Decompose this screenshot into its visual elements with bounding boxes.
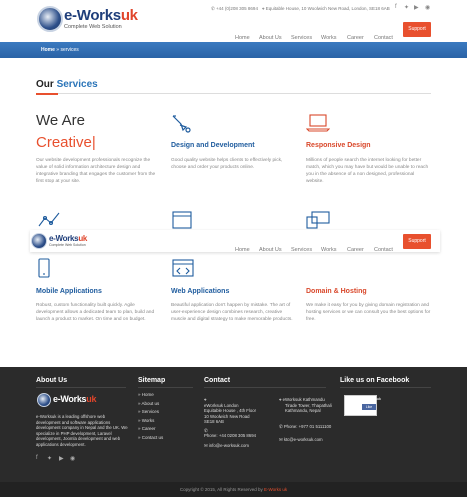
footer-about-title: About Us bbox=[36, 377, 68, 384]
footer-rule bbox=[36, 387, 126, 388]
footer-twitter-icon[interactable]: ✦ bbox=[47, 455, 52, 462]
sticky-nav-works[interactable]: Works bbox=[321, 247, 347, 253]
service-title-mobile[interactable]: Mobile Applications bbox=[36, 288, 102, 295]
twitter-icon[interactable]: ✦ bbox=[404, 4, 409, 11]
copyright-brand-link[interactable]: E-Works uk bbox=[264, 487, 287, 492]
logo-text[interactable]: e-Worksuk bbox=[64, 7, 138, 24]
footer-logo-text: e-Worksuk bbox=[53, 394, 97, 404]
sitemap-home[interactable]: » Home bbox=[138, 391, 163, 400]
footer-contact-title: Contact bbox=[204, 377, 231, 384]
mobile-icon bbox=[38, 258, 50, 278]
service-title-hosting[interactable]: Domain & Hosting bbox=[306, 288, 367, 295]
footer-rule bbox=[204, 387, 326, 388]
nav-services[interactable]: Services bbox=[291, 35, 321, 41]
server-icon bbox=[306, 211, 330, 229]
nav-contact[interactable]: Contact bbox=[374, 35, 399, 41]
sticky-logo-tagline: Complete Web Solution bbox=[49, 243, 86, 247]
service-title-design[interactable]: Design and Development bbox=[171, 142, 255, 149]
laptop-icon bbox=[306, 113, 330, 133]
sitemap-services[interactable]: » Services bbox=[138, 408, 163, 417]
footer-rule bbox=[138, 387, 193, 388]
section-title: Our Services bbox=[36, 79, 98, 90]
hero-text: Our website development professionals re… bbox=[36, 158, 156, 184]
we-are-heading: We Are bbox=[36, 112, 85, 129]
footer-logo-icon bbox=[37, 393, 51, 407]
map-pin-icon: ⌖ bbox=[279, 397, 282, 402]
logo-tagline: Complete Web Solution bbox=[64, 24, 122, 30]
sticky-nav-contact[interactable]: Contact bbox=[374, 247, 399, 253]
facebook-like-button[interactable]: Like bbox=[362, 404, 376, 410]
rss-icon[interactable]: ◉ bbox=[425, 4, 430, 11]
mail-icon: ✉ bbox=[279, 437, 283, 442]
footer-gplus-icon[interactable]: ◉ bbox=[70, 455, 75, 462]
creative-heading: Creative| bbox=[36, 134, 96, 151]
youtube-icon[interactable]: ▶ bbox=[414, 4, 419, 11]
service-text-mobile: Robust, custom functionality built quick… bbox=[36, 303, 155, 322]
nav-about[interactable]: About Us bbox=[259, 35, 291, 41]
code-window-icon bbox=[172, 259, 194, 277]
service-text-webapp: Beautiful application don't happen by mi… bbox=[171, 303, 293, 322]
nav-works[interactable]: Works bbox=[321, 35, 347, 41]
sticky-nav-home[interactable]: Home bbox=[235, 247, 259, 253]
section-underline bbox=[36, 92, 431, 95]
kathmandu-address: ⌖ eWorksuk Kathmandu Tirade Tower, Thapa… bbox=[279, 397, 332, 442]
ktm-email[interactable]: ktc@e-worksuk.com bbox=[284, 437, 323, 442]
london-email[interactable]: info@e-worksuk.com bbox=[209, 443, 249, 448]
browser-icon bbox=[172, 211, 192, 229]
nav-career[interactable]: Career bbox=[347, 35, 374, 41]
support-button[interactable]: Support bbox=[403, 22, 431, 37]
breadcrumb-home[interactable]: Home bbox=[41, 47, 55, 53]
sitemap-career[interactable]: » Career bbox=[138, 425, 163, 434]
sticky-logo-text[interactable]: e-Worksuk bbox=[49, 234, 87, 243]
phone-icon: ✆ bbox=[279, 423, 283, 429]
phone-text: ✆ +44 (0)208 305 8694 bbox=[211, 6, 258, 11]
logo-globe-icon[interactable] bbox=[37, 6, 63, 32]
copyright-bar: Copyright © 2015, All Rights Reserved by… bbox=[0, 482, 467, 497]
breadcrumb-current: services bbox=[60, 47, 79, 53]
footer-youtube-icon[interactable]: ▶ bbox=[59, 455, 64, 462]
service-title-responsive[interactable]: Responsive Design bbox=[306, 142, 371, 149]
breadcrumb: Home » services bbox=[41, 47, 79, 53]
service-text-hosting: We make it easy for you by giving domain… bbox=[306, 303, 431, 322]
sticky-nav: Home About Us Services Works Career Contact bbox=[235, 238, 399, 256]
sitemap-contact[interactable]: » Contact us bbox=[138, 434, 163, 443]
sticky-support-button[interactable]: Support bbox=[403, 234, 431, 249]
service-text-design: Good quality website helps clients to ef… bbox=[171, 158, 283, 170]
mail-icon: ✉ bbox=[204, 442, 208, 448]
footer-about-text: e-Worksuk is a leading offshore web deve… bbox=[36, 414, 128, 447]
sticky-nav-about[interactable]: About Us bbox=[259, 247, 291, 253]
analytics-icon bbox=[38, 212, 64, 228]
sitemap-list: » Home » About us » Services » Works » C… bbox=[138, 391, 163, 442]
facebook-widget-name[interactable]: e-Worksuk bbox=[362, 396, 381, 401]
nav-home[interactable]: Home bbox=[235, 35, 259, 41]
sticky-logo-icon[interactable] bbox=[31, 233, 47, 249]
footer-facebook-icon[interactable]: f bbox=[36, 455, 38, 461]
service-text-responsive: Millions of people search the internet l… bbox=[306, 158, 429, 184]
sitemap-about[interactable]: » About us bbox=[138, 400, 163, 409]
sticky-nav-services[interactable]: Services bbox=[291, 247, 321, 253]
copyright-text: Copyright © 2015, All Rights Reserved by bbox=[179, 487, 263, 492]
footer-rule bbox=[340, 387, 431, 388]
sitemap-works[interactable]: » Works bbox=[138, 417, 163, 426]
design-tools-icon bbox=[171, 113, 193, 135]
footer-facebook-title: Like us on Facebook bbox=[340, 377, 410, 384]
sticky-nav-career[interactable]: Career bbox=[347, 247, 374, 253]
london-address: ⌖ eWorksuk London Equitable House , 4th F… bbox=[204, 397, 269, 448]
footer-sitemap-title: Sitemap bbox=[138, 377, 166, 384]
address-text: ⌖ Equitable House, 10 Woolwich New Road,… bbox=[262, 6, 390, 11]
facebook-icon[interactable]: f bbox=[395, 4, 397, 10]
service-title-webapp[interactable]: Web Applications bbox=[171, 288, 229, 295]
